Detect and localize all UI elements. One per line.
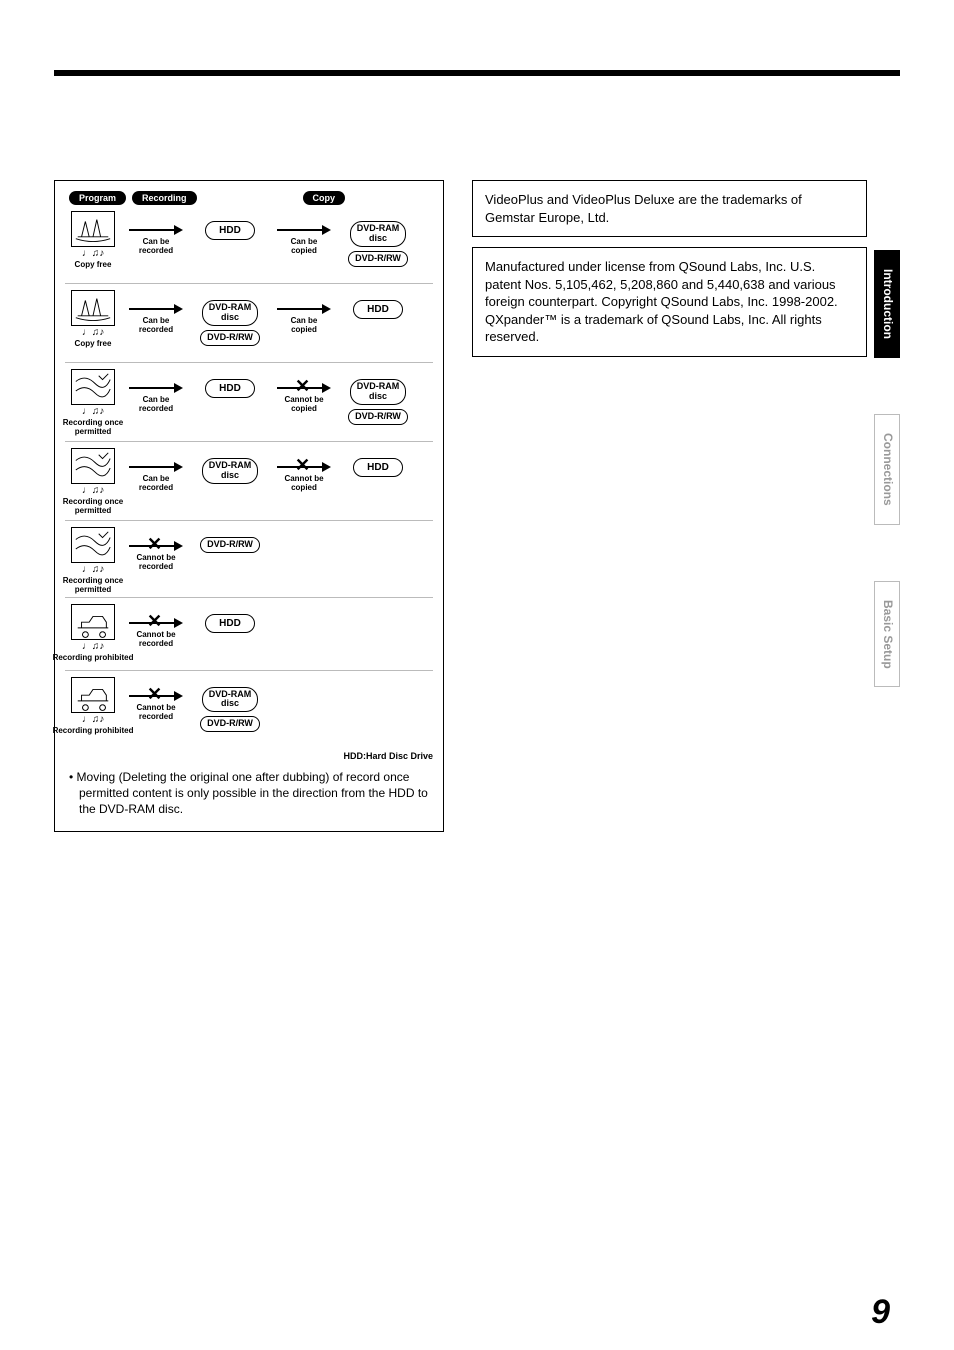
trademark-box-1: VideoPlus and VideoPlus Deluxe are the t… — [472, 180, 867, 237]
arrow-label: Can be recorded — [139, 316, 173, 334]
program-ship-icon — [71, 211, 115, 247]
music-notes-icon: ♩♫♪ — [82, 407, 105, 417]
side-tabs: Introduction Connections Basic Setup — [874, 250, 900, 687]
arrow-crossed-icon: ✕ — [129, 618, 183, 628]
device-hdd-badge: HDD — [205, 221, 255, 240]
arrow-label: Can be copied — [291, 237, 318, 255]
device-dvdrrw-badge: DVD-R/RW — [200, 330, 260, 346]
arrow-label: Cannot be recorded — [136, 630, 175, 648]
device-dvdram-badge: DVD-RAM disc — [202, 458, 259, 484]
device-dvdrrw-badge: DVD-R/RW — [200, 537, 260, 553]
diagram-row: ♩♫♪ Recording prohibited ✕ Cannot be rec… — [65, 677, 433, 747]
header-copy: Copy — [303, 191, 346, 205]
music-notes-icon: ♩♫♪ — [82, 642, 105, 652]
program-label: Recording once permitted — [63, 577, 123, 595]
arrow-label: Cannot be copied — [284, 474, 323, 492]
arrow-icon — [129, 383, 183, 393]
diagram-row: ♩♫♪ Copy free Can be recorded HDD Can be… — [65, 211, 433, 281]
device-hdd-badge: HDD — [205, 614, 255, 633]
device-dvdrrw-badge: DVD-R/RW — [348, 251, 408, 267]
program-car-icon — [71, 677, 115, 713]
arrow-label: Can be recorded — [139, 237, 173, 255]
music-notes-icon: ♩♫♪ — [82, 328, 105, 338]
arrow-label: Cannot be recorded — [136, 553, 175, 571]
diagram-row: ♩♫♪ Recording once permitted Can be reco… — [65, 448, 433, 518]
arrow-label: Can be copied — [291, 316, 318, 334]
diagram-row: ♩♫♪ Recording once permitted ✕ Cannot be… — [65, 527, 433, 595]
arrow-crossed-icon: ✕ — [129, 541, 183, 551]
device-dvdrrw-badge: DVD-R/RW — [348, 409, 408, 425]
device-dvdram-badge: DVD-RAM disc — [202, 687, 259, 713]
diagram-row: ♩♫♪ Copy free Can be recorded DVD-RAM di… — [65, 290, 433, 360]
page-number: 9 — [871, 1293, 890, 1332]
arrow-label: Cannot be recorded — [136, 703, 175, 721]
arrow-icon — [129, 462, 183, 472]
arrow-icon — [129, 304, 183, 314]
music-notes-icon: ♩♫♪ — [82, 715, 105, 725]
program-ship-icon — [71, 290, 115, 326]
program-map-icon — [71, 369, 115, 405]
trademark-box-2: Manufactured under license from QSound L… — [472, 247, 867, 357]
header-program: Program — [69, 191, 126, 205]
recording-copy-diagram: Program Recording Copy ♩♫♪ Copy free Can… — [54, 180, 444, 832]
arrow-icon — [277, 304, 331, 314]
device-hdd-badge: HDD — [205, 379, 255, 398]
program-label: Recording once permitted — [63, 419, 123, 437]
device-dvdram-badge: DVD-RAM disc — [202, 300, 259, 326]
arrow-crossed-icon: ✕ — [129, 691, 183, 701]
arrow-icon — [129, 225, 183, 235]
program-label: Recording prohibited — [53, 727, 134, 736]
diagram-footnote: Moving (Deleting the original one after … — [65, 769, 433, 818]
tab-connections[interactable]: Connections — [874, 414, 900, 525]
page-top-rule — [54, 70, 900, 76]
program-label: Recording once permitted — [63, 498, 123, 516]
device-dvdrrw-badge: DVD-R/RW — [200, 716, 260, 732]
program-map-icon — [71, 527, 115, 563]
device-hdd-badge: HDD — [353, 458, 403, 477]
header-recording: Recording — [132, 191, 197, 205]
arrow-crossed-icon: ✕ — [277, 383, 331, 393]
program-label: Recording prohibited — [53, 654, 134, 663]
program-map-icon — [71, 448, 115, 484]
diagram-row: ♩♫♪ Recording once permitted Can be reco… — [65, 369, 433, 439]
arrow-label: Can be recorded — [139, 474, 173, 492]
device-dvdram-badge: DVD-RAM disc — [350, 221, 407, 247]
arrow-icon — [277, 225, 331, 235]
program-label: Copy free — [75, 340, 112, 349]
right-column: VideoPlus and VideoPlus Deluxe are the t… — [472, 180, 867, 367]
arrow-label: Cannot be copied — [284, 395, 323, 413]
device-dvdram-badge: DVD-RAM disc — [350, 379, 407, 405]
tab-introduction[interactable]: Introduction — [874, 250, 900, 358]
program-label: Copy free — [75, 261, 112, 270]
music-notes-icon: ♩♫♪ — [82, 486, 105, 496]
page-content: Program Recording Copy ♩♫♪ Copy free Can… — [54, 180, 900, 1290]
arrow-label: Can be recorded — [139, 395, 173, 413]
device-hdd-badge: HDD — [353, 300, 403, 319]
hdd-legend: HDD:Hard Disc Drive — [65, 751, 433, 761]
program-car-icon — [71, 604, 115, 640]
diagram-row: ♩♫♪ Recording prohibited ✕ Cannot be rec… — [65, 604, 433, 668]
arrow-crossed-icon: ✕ — [277, 462, 331, 472]
tab-basic-setup[interactable]: Basic Setup — [874, 581, 900, 688]
music-notes-icon: ♩♫♪ — [82, 565, 105, 575]
music-notes-icon: ♩♫♪ — [82, 249, 105, 259]
